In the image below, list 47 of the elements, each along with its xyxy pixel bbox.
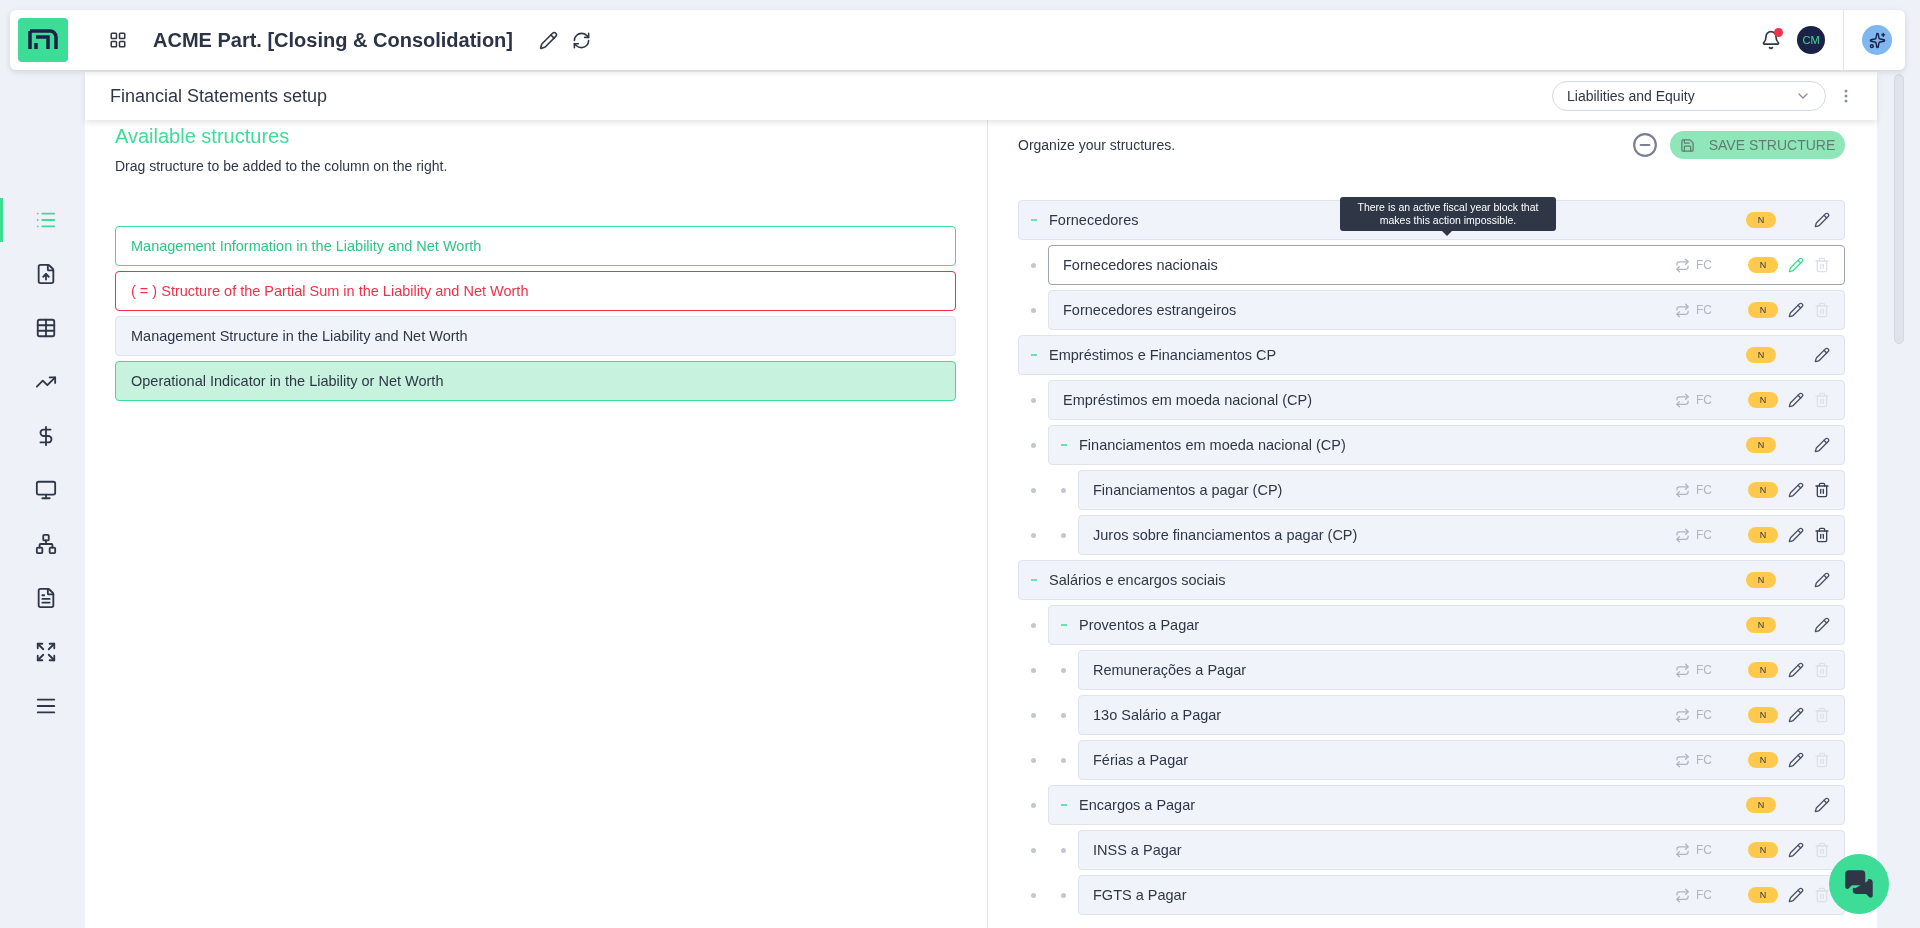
row-label: Fornecedores: [1049, 212, 1139, 228]
type-badge: N: [1748, 662, 1778, 678]
row-label: Empréstimos e Financiamentos CP: [1049, 347, 1277, 363]
currency-label: FC: [1696, 303, 1713, 317]
row-label: Financiamentos a pagar (CP): [1093, 482, 1283, 498]
currency-label: FC: [1696, 708, 1713, 722]
currency-label: FC: [1696, 843, 1713, 857]
currency-label: FC: [1696, 753, 1713, 767]
type-badge: N: [1748, 257, 1778, 273]
row-label: Remunerações a Pagar: [1093, 662, 1247, 678]
type-badge: N: [1748, 842, 1778, 858]
type-badge: N: [1748, 752, 1778, 768]
row-label: Juros sobre financiamentos a pagar (CP): [1093, 527, 1358, 543]
type-badge: N: [1746, 617, 1776, 633]
currency-label: FC: [1696, 483, 1713, 497]
type-badge: N: [1746, 437, 1776, 453]
row-label: Fornecedores estrangeiros: [1063, 302, 1237, 318]
page-title: Financial Statements setup: [110, 85, 328, 107]
currency-label: FC: [1696, 528, 1713, 542]
row-label: Empréstimos em moeda nacional (CP): [1063, 392, 1312, 408]
type-badge: N: [1746, 572, 1776, 588]
type-badge: N: [1746, 797, 1776, 813]
row-label: Férias a Pagar: [1093, 752, 1189, 768]
row-label: 13o Salário a Pagar: [1093, 707, 1222, 723]
row-label: INSS a Pagar: [1093, 842, 1182, 858]
instruction-text: Organize your structures.: [1018, 137, 1176, 153]
type-badge: N: [1746, 212, 1776, 228]
row-label: Financiamentos em moeda nacional (CP): [1079, 437, 1346, 453]
currency-label: FC: [1696, 258, 1713, 272]
row-label: Proventos a Pagar: [1079, 617, 1200, 633]
currency-label: FC: [1696, 663, 1713, 677]
currency-label: FC: [1696, 888, 1713, 902]
section-heading: Available structures: [115, 124, 291, 148]
type-badge: N: [1748, 527, 1778, 543]
row-label: Fornecedores nacionais: [1063, 257, 1218, 273]
instruction-text: Drag structure to be added to the column on the right.: [115, 158, 449, 174]
row-label: FGTS a Pagar: [1093, 887, 1187, 903]
type-badge: N: [1748, 302, 1778, 318]
row-label: Encargos a Pagar: [1079, 797, 1196, 813]
type-badge: N: [1748, 707, 1778, 723]
type-badge: N: [1748, 392, 1778, 408]
row-label: Salários e encargos sociais: [1049, 572, 1226, 588]
type-badge: N: [1748, 482, 1778, 498]
type-badge: N: [1746, 347, 1776, 363]
type-badge: N: [1748, 887, 1778, 903]
project-title: ACME Part. [Closing & Consolidation]: [153, 28, 513, 52]
currency-label: FC: [1696, 393, 1713, 407]
